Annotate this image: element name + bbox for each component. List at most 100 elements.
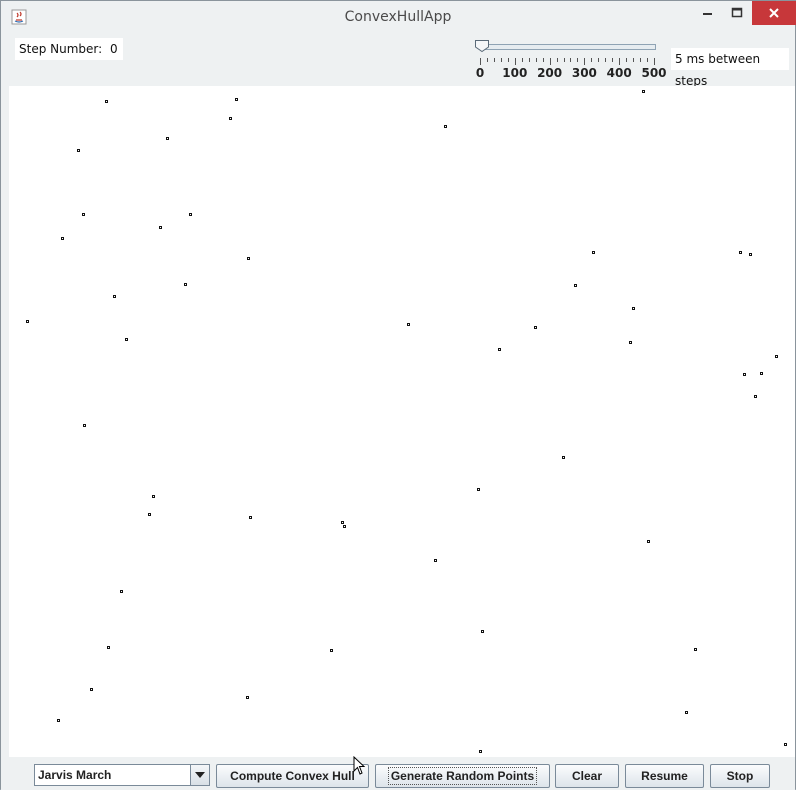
slider-tick	[633, 58, 635, 62]
algorithm-select[interactable]: Jarvis March	[34, 764, 210, 786]
slider-tick	[591, 58, 593, 62]
slider-tick-label: 100	[502, 66, 528, 80]
point	[152, 495, 155, 498]
slider-tick	[521, 58, 523, 62]
point	[159, 226, 162, 229]
compute-convex-hull-button[interactable]: Compute Convex Hull	[216, 764, 369, 788]
point	[477, 488, 480, 491]
point	[246, 696, 249, 699]
point	[754, 395, 757, 398]
point	[574, 284, 577, 287]
delay-label: 5 ms between steps	[671, 48, 789, 88]
slider-tick	[556, 58, 558, 62]
slider-tick-label: 300	[571, 66, 597, 80]
point	[189, 213, 192, 216]
point	[26, 320, 29, 323]
point	[247, 257, 250, 260]
point	[694, 648, 697, 651]
slider-tick	[480, 58, 481, 65]
point	[479, 750, 482, 753]
point	[343, 525, 346, 528]
slider-tick	[619, 58, 621, 65]
point	[739, 251, 742, 254]
slider-tick	[584, 58, 586, 65]
slider-tick-label: 200	[537, 66, 563, 80]
point	[113, 295, 116, 298]
drawing-canvas[interactable]	[9, 86, 795, 757]
step-number-value: 0	[105, 38, 123, 60]
point	[629, 341, 632, 344]
point	[90, 688, 93, 691]
point	[249, 516, 252, 519]
point	[61, 237, 64, 240]
point	[184, 283, 187, 286]
slider-tick	[563, 58, 565, 62]
slider-tick	[500, 58, 502, 62]
point	[784, 743, 787, 746]
point	[235, 98, 238, 101]
slider-tick	[570, 58, 572, 62]
point	[434, 559, 437, 562]
point	[82, 213, 85, 216]
point	[125, 338, 128, 341]
point	[229, 117, 232, 120]
maximize-button[interactable]	[723, 1, 751, 25]
point	[642, 90, 645, 93]
algorithm-selected-value: Jarvis March	[38, 768, 112, 782]
slider-tick	[528, 58, 530, 62]
point	[148, 513, 151, 516]
slider-track[interactable]	[480, 44, 656, 50]
point	[775, 355, 778, 358]
slider-tick	[654, 58, 655, 65]
app-window: ConvexHullApp Step Number: 0 0 100 200 300 4…	[0, 0, 796, 790]
point	[498, 348, 501, 351]
clear-button[interactable]: Clear	[555, 764, 619, 788]
point	[77, 149, 80, 152]
window-title: ConvexHullApp	[344, 9, 452, 25]
slider-tick-label: 500	[641, 66, 667, 80]
point	[341, 521, 344, 524]
point	[481, 630, 484, 633]
point	[743, 373, 746, 376]
slider-tick	[493, 58, 495, 62]
point	[166, 137, 169, 140]
title-bar: ConvexHullApp	[1, 1, 796, 34]
delay-slider[interactable]: 0 100 200 300 400 500	[471, 38, 671, 86]
point	[562, 456, 565, 459]
point	[749, 253, 752, 256]
dropdown-arrow-icon[interactable]	[190, 765, 209, 785]
point	[592, 251, 595, 254]
slider-tick	[605, 58, 607, 62]
point	[105, 100, 108, 103]
generate-random-points-button[interactable]: Generate Random Points	[375, 764, 550, 788]
mouse-cursor-icon	[353, 756, 366, 775]
step-number-label: Step Number:	[15, 38, 108, 60]
slider-tick	[486, 58, 488, 62]
slider-tick-label: 400	[606, 66, 632, 80]
point	[330, 649, 333, 652]
point	[647, 540, 650, 543]
slider-tick	[612, 58, 614, 62]
slider-tick	[626, 58, 628, 62]
point	[534, 326, 537, 329]
point	[760, 372, 763, 375]
slider-tick	[507, 58, 509, 62]
slider-tick	[514, 58, 516, 65]
point	[107, 646, 110, 649]
resume-button[interactable]: Resume	[625, 764, 704, 788]
close-button[interactable]	[752, 1, 796, 25]
slider-tick	[647, 58, 649, 62]
slider-tick	[577, 58, 579, 62]
control-panel: Step Number: 0 0 100 200 300 400 500 5 ms bet…	[9, 34, 789, 88]
point	[685, 711, 688, 714]
point	[632, 307, 635, 310]
generate-button-label: Generate Random Points	[387, 767, 538, 785]
stop-button[interactable]: Stop	[710, 764, 770, 788]
slider-tick	[542, 58, 544, 62]
slider-thumb[interactable]	[474, 39, 490, 53]
slider-tick	[598, 58, 600, 62]
point	[407, 323, 410, 326]
minimize-button[interactable]	[693, 1, 723, 25]
point	[83, 424, 86, 427]
bottom-toolbar: Jarvis March Compute Convex Hull Generat…	[1, 757, 795, 790]
